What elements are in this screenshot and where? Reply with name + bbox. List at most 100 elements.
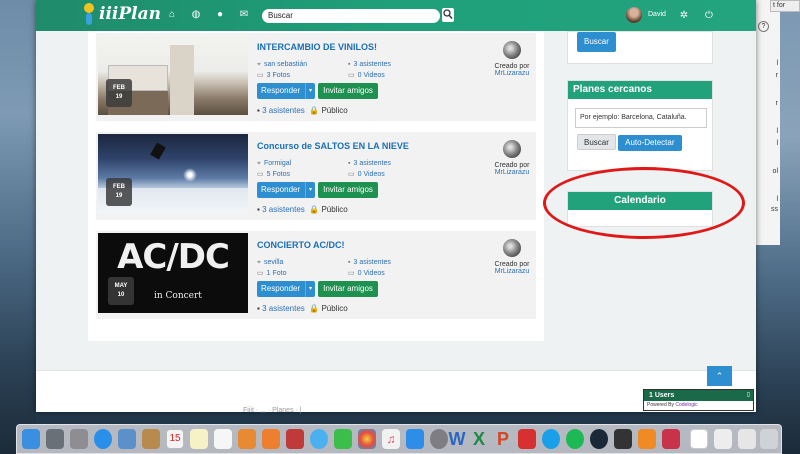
creator-avatar[interactable] [503,41,521,59]
invite-friends-button[interactable]: Invitar amigos [318,83,378,99]
gear-icon[interactable]: ✲ [678,10,690,22]
sidebar-search-button[interactable]: Buscar [577,32,616,52]
maximize-icon[interactable]: ▯ [747,391,750,398]
photo-booth-icon[interactable] [286,429,304,449]
respond-button[interactable]: Responder ▾ [257,83,315,99]
users-widget-title[interactable]: 1 Users [644,390,753,401]
event-image[interactable]: FEB 19 [98,134,248,214]
word-icon[interactable]: W [448,429,466,449]
event-videos[interactable]: ▭ 0 Videos [348,269,385,277]
location-icon: ⌖ [257,61,261,68]
scroll-top-button[interactable]: ⌃ [707,366,732,386]
nearby-search-button[interactable]: Buscar [577,134,616,150]
finder-icon[interactable] [22,429,40,449]
globe-icon[interactable]: ◍ [190,9,202,21]
excel-icon[interactable]: X [470,429,488,449]
invite-friends-button[interactable]: Invitar amigos [318,281,378,297]
creator-avatar[interactable] [503,140,521,158]
avatar[interactable] [626,7,642,23]
lock-icon: 🔒 [309,304,320,313]
poster-logo: AC/DC [117,237,230,277]
respond-button[interactable]: Responder ▾ [257,281,315,297]
reminders-icon[interactable] [214,429,232,449]
app-icon[interactable] [70,429,88,449]
contacts-icon[interactable] [142,429,160,449]
app-icon[interactable] [614,429,632,449]
mail-icon[interactable]: ✉ [238,9,250,21]
event-photos[interactable]: ▭ 1 Foto [257,269,286,277]
event-image[interactable]: FEB 19 [98,35,248,115]
event-photos[interactable]: ▭ 5 Fotos [257,170,290,178]
photos-icon[interactable] [358,429,376,449]
app-logo[interactable]: iiiPlan [82,3,161,25]
music-icon[interactable]: ♫ [382,429,400,449]
event-creator: Creado por MrLizarazu [490,41,534,77]
home-icon[interactable]: ⌂ [166,9,178,21]
auto-detect-button[interactable]: Auto-Detectar [618,135,682,151]
preview-icon[interactable] [118,429,136,449]
invite-friends-button[interactable]: Invitar amigos [318,182,378,198]
steam-icon[interactable] [590,429,608,449]
power-icon[interactable]: ⏻ [703,10,715,22]
books-icon[interactable] [262,429,280,449]
respond-button[interactable]: Responder ▾ [257,182,315,198]
search-button[interactable] [442,8,454,22]
app-icon[interactable] [662,429,680,449]
event-title[interactable]: Concurso de SALTOS EN LA NIEVE [257,141,409,151]
photo-icon: ▭ [257,270,264,277]
event-date-badge: MAY 10 [108,277,134,305]
event-videos[interactable]: ▭ 0 Videos [348,170,385,178]
event-attendees[interactable]: ▪ 3 asistentes [348,61,391,68]
poster-subtitle: in Concert [154,291,202,301]
calendar-icon[interactable]: 15 [166,429,184,449]
video-icon: ▭ [348,171,355,178]
event-location[interactable]: ⌖ sevilla [257,259,283,267]
location-icon: ⌖ [257,259,261,266]
event-videos[interactable]: ▭ 0 Videos [348,71,385,79]
slides-icon[interactable] [238,429,256,449]
caret-down-icon: ▾ [305,182,315,198]
user-icon[interactable]: ● [214,9,226,21]
attendees-icon: ▪ [348,259,351,266]
desktop-wallpaper-left [0,0,36,454]
creator-avatar[interactable] [503,239,521,257]
app-store-icon[interactable] [406,429,424,449]
attendees-icon: ▪ [348,160,351,167]
system-preferences-icon[interactable] [430,429,448,449]
event-attendees[interactable]: ▪ 3 asistentes [348,160,391,167]
event-location[interactable]: ⌖ Formigal [257,160,291,168]
document-icon[interactable] [690,429,708,449]
powerpoint-icon[interactable]: P [494,429,512,449]
event-image[interactable]: AC/DC in Concert MAY 10 [98,233,248,313]
skype-icon[interactable] [542,429,560,449]
background-tab-label: t for [770,0,800,12]
lock-icon: 🔒 [309,205,320,214]
event-card: FEB 19 INTERCAMBIO DE VINILOS! ⌖ san sebas… [96,33,536,121]
photo-icon: ▭ [257,171,264,178]
safari-icon[interactable] [94,429,112,449]
notes-icon[interactable] [190,429,208,449]
help-icon[interactable]: ? [758,21,769,32]
users-online-widget: 1 Users ▯ Powered By Codelogic [643,389,754,411]
messages-icon[interactable] [310,429,328,449]
event-location[interactable]: ⌖ san sebastián [257,61,307,69]
event-footer: ▪ 3 asistentes 🔒 Público [257,304,348,313]
spotify-icon[interactable] [566,429,584,449]
event-photos[interactable]: ▭ 3 Fotos [257,71,290,79]
facetime-icon[interactable] [334,429,352,449]
vlc-icon[interactable] [638,429,656,449]
search-input[interactable]: Buscar [262,9,440,23]
trash-icon[interactable] [760,429,778,449]
pdf-icon[interactable] [518,429,536,449]
folder-icon[interactable] [738,429,756,449]
event-attendees[interactable]: ▪ 3 asistentes [348,259,391,266]
event-title[interactable]: INTERCAMBIO DE VINILOS! [257,42,377,52]
user-name[interactable]: David [648,11,666,18]
launchpad-icon[interactable] [46,429,64,449]
lock-icon: 🔒 [309,106,320,115]
location-icon: ⌖ [257,160,261,167]
logo-icon [82,3,96,25]
document-icon[interactable] [714,429,732,449]
location-input[interactable]: Por ejemplo: Barcelona, Cataluña. [575,108,707,128]
event-title[interactable]: CONCIERTO AC/DC! [257,240,345,250]
